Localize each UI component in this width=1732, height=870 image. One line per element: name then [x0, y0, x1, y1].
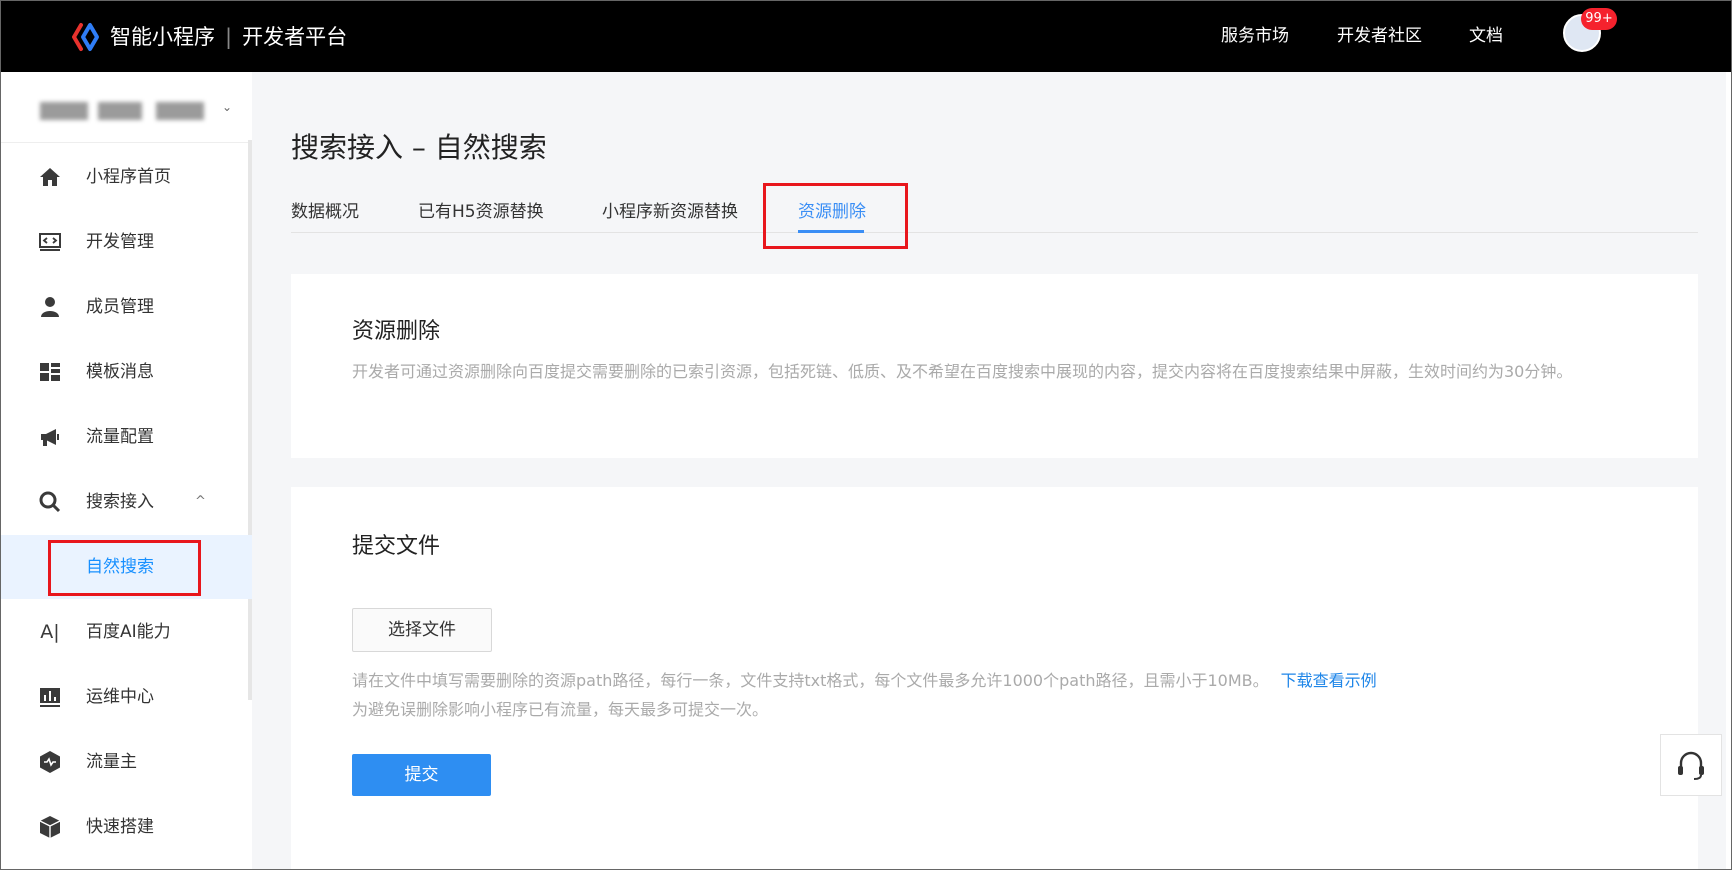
choose-file-button[interactable]: 选择文件 [352, 608, 492, 652]
upload-hint-text: 请在文件中填写需要删除的资源path路径，每行一条，文件支持txt格式，每个文件… [352, 671, 1269, 690]
tabs-divider [291, 232, 1698, 233]
search-icon [39, 491, 61, 513]
customer-support-button[interactable] [1660, 734, 1722, 796]
account-name-blurred [156, 102, 204, 120]
headset-icon [1678, 751, 1704, 780]
sidebar-item-dev-management[interactable]: 开发管理 [0, 210, 252, 274]
sidebar-item-ops-center[interactable]: 运维中心 [0, 665, 252, 729]
sidebar-item-search-access[interactable]: 搜索接入 ^ [0, 470, 252, 534]
sidebar-item-label: 快速搭建 [86, 817, 154, 837]
tab-new-resource-replacement[interactable]: 小程序新资源替换 [602, 200, 738, 224]
sidebar-item-quick-build[interactable]: 快速搭建 [0, 795, 252, 859]
account-name-blurred [40, 102, 88, 120]
highlight-box [763, 183, 908, 249]
sidebar-item-label: 搜索接入 [86, 492, 154, 512]
chevron-down-icon[interactable]: ⌄ [222, 100, 232, 114]
code-icon [39, 233, 61, 251]
upload-hint: 请在文件中填写需要删除的资源path路径，每行一条，文件支持txt格式，每个文件… [352, 669, 1377, 693]
brand-name: 智能小程序 [110, 25, 215, 49]
nav-service-market[interactable]: 服务市场 [1221, 24, 1289, 48]
sidebar-item-traffic-owner[interactable]: 流量主 [0, 730, 252, 794]
sidebar-item-home[interactable]: 小程序首页 [0, 145, 252, 209]
intro-title: 资源删除 [352, 319, 441, 344]
sidebar-item-label: 百度AI能力 [86, 622, 171, 642]
brand-platform: 开发者平台 [242, 25, 348, 49]
sidebar-item-label: 模板消息 [86, 362, 154, 382]
download-example-link[interactable]: 下载查看示例 [1281, 671, 1377, 690]
sidebar-item-baidu-ai[interactable]: A| 百度AI能力 [0, 600, 252, 664]
sidebar-item-template-messages[interactable]: 模板消息 [0, 340, 252, 404]
notification-badge: 99+ [1581, 8, 1617, 30]
sidebar-item-label: 成员管理 [86, 297, 154, 317]
sidebar-item-label: 流量主 [86, 752, 137, 772]
chart-icon [40, 688, 60, 707]
sidebar-item-label: 小程序首页 [86, 167, 171, 187]
megaphone-icon [41, 429, 59, 446]
tab-data-overview[interactable]: 数据概况 [291, 200, 359, 224]
template-icon [40, 363, 60, 381]
page-title: 搜索接入 – 自然搜索 [291, 131, 547, 164]
account-switcher[interactable]: ⌄ [0, 72, 252, 143]
home-icon [40, 168, 60, 186]
nav-developer-community[interactable]: 开发者社区 [1337, 24, 1422, 48]
logo-icon[interactable] [72, 22, 102, 52]
sidebar-item-traffic-config[interactable]: 流量配置 [0, 405, 252, 469]
sidebar-item-label: 开发管理 [86, 232, 154, 252]
brand-title[interactable]: 智能小程序 | 开发者平台 [110, 22, 347, 52]
upload-title: 提交文件 [352, 534, 441, 559]
highlight-box [48, 540, 201, 596]
top-navigation-bar: 智能小程序 | 开发者平台 服务市场 开发者社区 文档 99+ [0, 0, 1732, 72]
window-edge [1726, 72, 1732, 870]
upload-limit-hint: 为避免误删除影响小程序已有流量，每天最多可提交一次。 [352, 700, 769, 719]
tab-h5-replacement[interactable]: 已有H5资源替换 [418, 200, 544, 224]
nav-docs[interactable]: 文档 [1469, 24, 1503, 48]
sidebar-item-members[interactable]: 成员管理 [0, 275, 252, 339]
cube-icon [39, 816, 61, 838]
account-name-blurred [98, 102, 142, 120]
brand-separator: | [225, 25, 233, 49]
submit-button[interactable]: 提交 [352, 754, 491, 796]
chevron-up-icon[interactable]: ^ [195, 490, 206, 514]
user-icon [41, 297, 59, 317]
ai-icon: A| [40, 621, 60, 643]
sidebar-item-label: 流量配置 [86, 427, 154, 447]
sidebar-item-label: 运维中心 [86, 687, 154, 707]
hexagon-icon [40, 751, 60, 773]
intro-description: 开发者可通过资源删除向百度提交需要删除的已索引资源，包括死链、低质、及不希望在百… [352, 362, 1573, 381]
